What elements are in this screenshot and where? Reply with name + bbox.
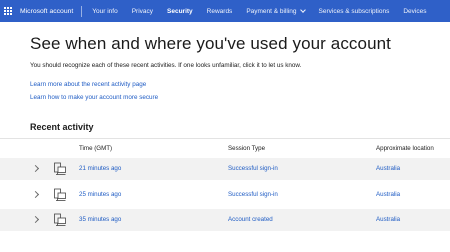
computer-device-icon: [54, 213, 66, 226]
activity-time[interactable]: 25 minutes ago: [79, 191, 121, 198]
column-header-time: Time (GMT): [79, 145, 113, 152]
nav-divider: [81, 5, 83, 17]
computer-device-icon: [54, 162, 66, 175]
nav-item-security[interactable]: Security: [167, 8, 193, 15]
activity-location[interactable]: Australia: [376, 191, 400, 198]
computer-device-icon: [54, 188, 66, 201]
activity-location[interactable]: Australia: [376, 216, 400, 223]
nav-item-your-info[interactable]: Your info: [92, 8, 117, 15]
activity-time[interactable]: 35 minutes ago: [79, 216, 121, 223]
activity-location[interactable]: Australia: [376, 165, 400, 172]
nav-item-services-subscriptions[interactable]: Services & subscriptions: [319, 8, 390, 15]
activity-row[interactable]: 35 minutes ago Account created Australia: [0, 209, 450, 231]
nav-item-rewards[interactable]: Rewards: [207, 8, 233, 15]
chevron-down-icon: [299, 7, 306, 13]
page-title: See when and where you've used your acco…: [30, 34, 392, 53]
nav-item-privacy[interactable]: Privacy: [132, 8, 153, 15]
activity-session-type[interactable]: Successful sign-in: [228, 191, 278, 198]
activity-table-header: Time (GMT) Session Type Approximate loca…: [0, 138, 450, 158]
chevron-right-icon[interactable]: [31, 215, 40, 224]
learn-secure-account-link[interactable]: Learn how to make your account more secu…: [30, 94, 158, 101]
activity-time[interactable]: 21 minutes ago: [79, 165, 121, 172]
nav-item-payment-billing[interactable]: Payment & billing: [246, 7, 306, 15]
top-navigation-bar: Microsoft account Your info Privacy Secu…: [0, 0, 450, 22]
nav-item-devices[interactable]: Devices: [403, 8, 426, 15]
activity-session-type[interactable]: Account created: [228, 216, 273, 223]
brand-link[interactable]: Microsoft account: [20, 8, 73, 15]
activity-row[interactable]: 21 minutes ago Successful sign-in Austra…: [0, 158, 450, 180]
activity-row[interactable]: 25 minutes ago Successful sign-in Austra…: [0, 184, 450, 206]
column-header-session-type: Session Type: [228, 145, 266, 152]
intro-text: You should recognize each of these recen…: [30, 62, 302, 69]
recent-activity-heading: Recent activity: [30, 122, 94, 132]
column-header-location: Approximate location: [376, 145, 434, 152]
chevron-right-icon[interactable]: [31, 164, 40, 173]
learn-more-activity-link[interactable]: Learn more about the recent activity pag…: [30, 81, 146, 88]
activity-session-type[interactable]: Successful sign-in: [228, 165, 278, 172]
chevron-right-icon[interactable]: [31, 190, 40, 199]
app-launcher-icon[interactable]: [3, 6, 13, 16]
nav-item-payment-billing-label: Payment & billing: [246, 7, 297, 15]
